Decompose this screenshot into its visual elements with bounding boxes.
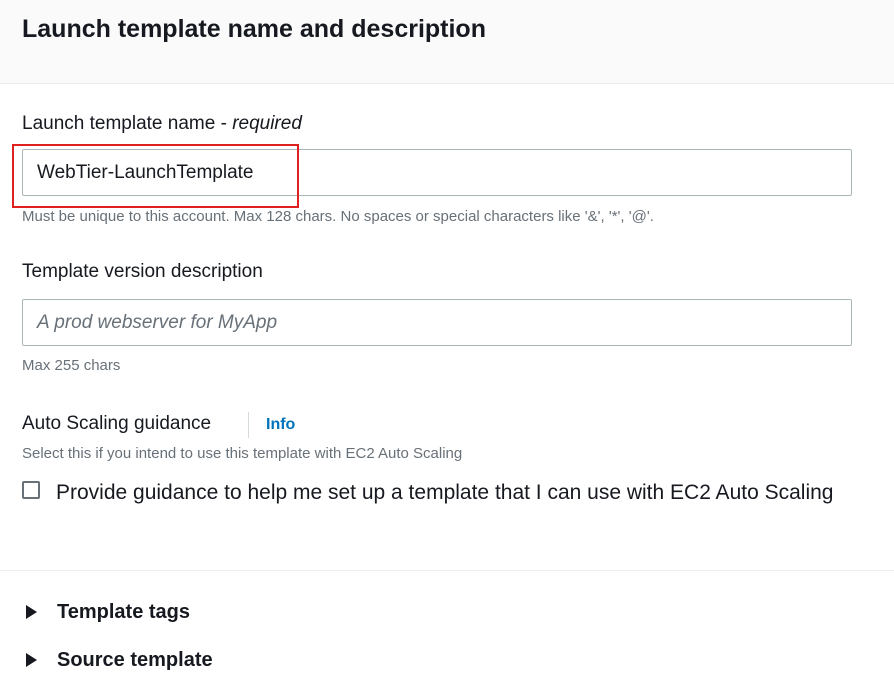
source-template-label: Source template [57,648,213,671]
auto-scaling-description: Select this if you intend to use this te… [22,445,463,462]
caret-right-icon [26,653,37,667]
template-tags-expander[interactable]: Template tags [26,597,190,627]
auto-scaling-checkbox[interactable] [22,481,40,499]
description-input[interactable]: A prod webserver for MyApp [22,299,852,346]
template-name-label-text: Launch template name - [22,113,233,134]
template-tags-label: Template tags [57,600,190,623]
required-marker: required [232,113,302,134]
section-header: Launch template name and description [0,0,894,84]
template-name-hint: Must be unique to this account. Max 128 … [22,208,654,225]
description-hint: Max 255 chars [22,357,121,374]
auto-scaling-checkbox-label[interactable]: Provide guidance to help me set up a tem… [56,476,846,509]
section-divider [0,570,894,571]
template-name-label: Launch template name - required [22,113,302,135]
info-link[interactable]: Info [266,416,295,434]
source-template-expander[interactable]: Source template [26,645,213,675]
template-name-input[interactable]: WebTier-LaunchTemplate [22,149,852,196]
auto-scaling-label: Auto Scaling guidance [22,413,212,434]
info-divider [248,412,249,438]
section-title: Launch template name and description [22,15,486,43]
caret-right-icon [26,605,37,619]
description-label: Template version description [22,261,263,282]
